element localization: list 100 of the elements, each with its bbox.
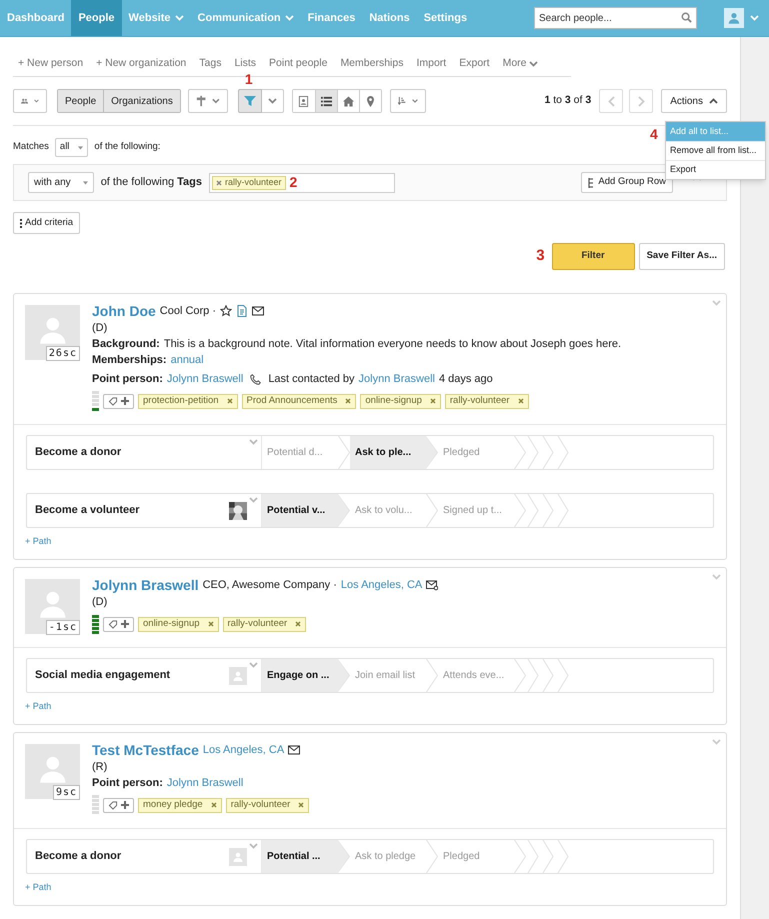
- people-type-dropdown[interactable]: [13, 89, 47, 113]
- subnav-link[interactable]: + New organization: [96, 56, 186, 72]
- subnav-link[interactable]: Lists: [234, 56, 256, 72]
- add-path-link[interactable]: + Path: [25, 536, 52, 547]
- document-icon[interactable]: [236, 305, 248, 317]
- field-label: Point person:: [92, 776, 163, 791]
- subnav-link[interactable]: Import: [416, 56, 446, 72]
- envelope-icon[interactable]: [288, 744, 300, 756]
- filter-submit-button[interactable]: Filter: [552, 243, 635, 270]
- path-step[interactable]: Potential d...: [262, 436, 350, 469]
- membership-link[interactable]: annual: [170, 352, 204, 368]
- menu-item[interactable]: Remove all from list...: [666, 141, 765, 160]
- map-pin-icon: [364, 96, 376, 106]
- operator-select[interactable]: with any: [28, 172, 94, 193]
- field-label: Memberships:: [92, 353, 167, 368]
- menu-item[interactable]: Export: [666, 160, 765, 179]
- more-menu-link[interactable]: More: [502, 56, 538, 72]
- save-filter-button[interactable]: Save Filter As...: [638, 243, 725, 270]
- matches-label: Matches: [13, 140, 49, 154]
- path-step[interactable]: Pledged: [438, 840, 526, 873]
- subnav-link[interactable]: Tags: [199, 56, 222, 72]
- subnav-link[interactable]: Memberships: [340, 56, 404, 72]
- support-meter: [92, 391, 99, 411]
- segment-button[interactable]: People: [58, 90, 104, 112]
- subnav-link[interactable]: + New person: [18, 56, 84, 72]
- segment-button[interactable]: Organizations: [103, 90, 180, 112]
- nav-tab[interactable]: Settings: [416, 0, 474, 36]
- nav-tab[interactable]: Website: [122, 0, 191, 36]
- matches-suffix: of the following:: [94, 140, 160, 154]
- tag-icon: [108, 800, 118, 810]
- path-step[interactable]: Engage on ...: [262, 659, 350, 692]
- person-name-link[interactable]: John Doe: [92, 303, 156, 319]
- path-step[interactable]: Pledged: [438, 436, 526, 469]
- menu-item[interactable]: Add all to list...: [666, 122, 765, 141]
- nav-tab[interactable]: People: [71, 0, 122, 36]
- signpost-dropdown[interactable]: [188, 89, 228, 113]
- path-step[interactable]: Ask to ple...: [350, 436, 438, 469]
- sort-dropdown[interactable]: [390, 89, 426, 113]
- nav-tab[interactable]: Finances: [300, 0, 362, 36]
- chevron-down-icon: [249, 439, 258, 445]
- view-button[interactable]: [314, 90, 337, 112]
- path-title: Become a donor: [35, 445, 122, 460]
- contact-card-icon: [298, 96, 310, 106]
- path-step[interactable]: Potential ...: [262, 840, 350, 873]
- add-group-row-button[interactable]: Add Group Row: [581, 172, 673, 193]
- path-step[interactable]: Ask to pledge: [350, 840, 438, 873]
- field-label: Point person:: [92, 372, 163, 387]
- tag-icon: [108, 396, 118, 406]
- subnav-link[interactable]: Export: [459, 56, 490, 72]
- add-criteria-button[interactable]: Add criteria: [13, 212, 80, 234]
- envelope-icon[interactable]: [252, 305, 264, 317]
- chevron-down-icon: [34, 98, 39, 104]
- avatar-placeholder-icon: [229, 666, 247, 684]
- score-badge: 9sc: [52, 785, 80, 800]
- remove-icon: [345, 398, 352, 404]
- path-step[interactable]: Potential v...: [262, 494, 350, 527]
- filter-button[interactable]: [238, 89, 262, 113]
- add-path-link[interactable]: + Path: [25, 882, 52, 893]
- point-person-link[interactable]: Jolynn Braswell: [166, 371, 244, 387]
- nav-tab[interactable]: Dashboard: [0, 0, 72, 36]
- nav-tab[interactable]: Nations: [362, 0, 417, 36]
- contact-person-link[interactable]: Jolynn Braswell: [358, 371, 435, 387]
- add-tag-button[interactable]: [103, 798, 134, 812]
- path-step[interactable]: Attends eve...: [438, 659, 526, 692]
- add-path-link[interactable]: + Path: [25, 701, 52, 712]
- tag-chip[interactable]: rally-volunteer: [212, 176, 286, 190]
- matches-select[interactable]: all: [54, 138, 88, 157]
- envelope-gear-icon[interactable]: [426, 579, 438, 591]
- nav-tab[interactable]: Communication: [190, 0, 301, 36]
- star-icon[interactable]: [220, 305, 232, 317]
- location-link[interactable]: Los Angeles, CA: [202, 742, 284, 758]
- view-button[interactable]: [358, 90, 381, 112]
- location-link[interactable]: Los Angeles, CA: [340, 577, 422, 593]
- subnav-link[interactable]: Point people: [269, 56, 328, 72]
- tag-chip[interactable]: rally-volunteer: [222, 616, 306, 632]
- point-person-link[interactable]: Jolynn Braswell: [166, 775, 244, 791]
- path-step[interactable]: Signed up t...: [438, 494, 526, 527]
- person-name-link[interactable]: Jolynn Braswell: [92, 577, 199, 593]
- chevron-left-icon: [608, 96, 615, 106]
- tag-chip[interactable]: protection-petition: [138, 394, 238, 408]
- path-step[interactable]: Ask to volu...: [350, 494, 438, 527]
- tag-chip[interactable]: online-signup: [138, 616, 219, 632]
- path-step[interactable]: Join email list: [350, 659, 438, 692]
- filter-dropdown-button[interactable]: [262, 89, 284, 113]
- callout-number: 4: [650, 125, 658, 144]
- actions-button[interactable]: Actions: [661, 89, 727, 113]
- add-tag-button[interactable]: [103, 616, 134, 632]
- person-name-link[interactable]: Test McTestface: [92, 742, 199, 758]
- tag-chip[interactable]: Prod Announcements: [242, 394, 356, 408]
- tags-input-field[interactable]: rally-volunteer 2: [208, 172, 395, 192]
- tag-chip[interactable]: online-signup: [360, 394, 441, 408]
- tag-chip[interactable]: money pledge: [138, 798, 222, 812]
- home-icon: [342, 96, 354, 106]
- chevron-down-icon: [268, 98, 277, 104]
- path-title: Become a volunteer: [35, 503, 140, 518]
- tag-chip[interactable]: rally-volunteer: [226, 798, 310, 812]
- criteria-label: of the following Tags: [100, 175, 202, 190]
- add-tag-button[interactable]: [103, 394, 134, 408]
- search-field[interactable]: Search people...: [534, 7, 697, 29]
- tag-chip[interactable]: rally-volunteer: [444, 394, 529, 408]
